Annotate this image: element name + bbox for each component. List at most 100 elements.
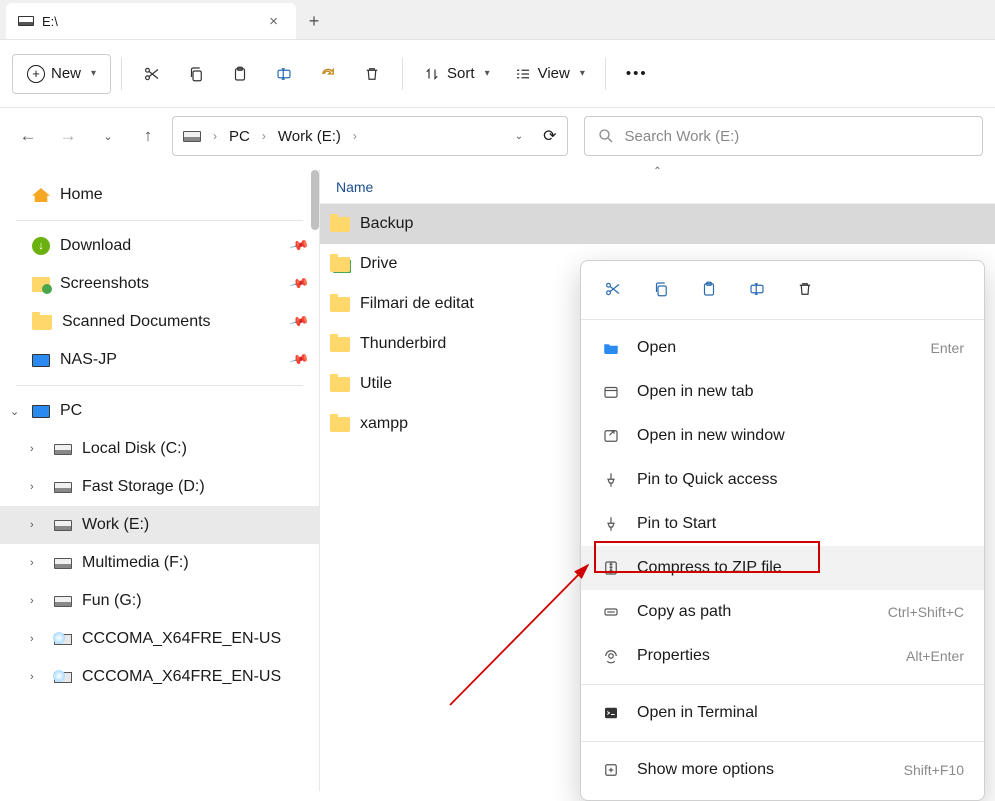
ctx-pin-start[interactable]: Pin to Start [581,502,984,546]
ctx-copy-path[interactable]: Copy as path Ctrl+Shift+C [581,590,984,634]
ctx-paste-button[interactable] [697,277,721,301]
breadcrumb-pc[interactable]: PC [229,128,250,145]
sidebar-drive-item[interactable]: ›Local Disk (C:) [0,430,319,468]
ctx-open-window[interactable]: Open in new window [581,414,984,458]
up-button[interactable]: ↑ [132,120,164,152]
sidebar-quick-item[interactable]: Screenshots📌 [0,265,319,303]
sidebar-quick-item[interactable]: Scanned Documents📌 [0,303,319,341]
sidebar-drive-item[interactable]: ›Fast Storage (D:) [0,468,319,506]
tab-active[interactable]: E:\ × [6,3,296,39]
sidebar-quick-item[interactable]: NAS-JP📌 [0,341,319,379]
sidebar-item-label: Download [60,237,131,255]
folder-icon [330,297,350,312]
sort-button[interactable]: Sort ▾ [413,54,500,94]
ctx-copy-button[interactable] [649,277,673,301]
folder-icon [330,217,350,232]
column-name-label: Name [336,179,373,195]
sidebar-drive-item[interactable]: ›Work (E:) [0,506,319,544]
share-button[interactable] [308,54,348,94]
ctx-compress[interactable]: Compress to ZIP file [581,546,984,590]
chevron-right-icon[interactable]: › [30,481,34,493]
chevron-right-icon[interactable]: › [30,443,34,455]
search-input[interactable]: Search Work (E:) [584,116,984,156]
sidebar-drive-item[interactable]: ›CCCOMA_X64FRE_EN-US [0,658,319,696]
drive-icon [54,596,72,607]
view-button[interactable]: View ▾ [504,54,595,94]
drive-icon [54,482,72,493]
sidebar-drive-item[interactable]: ›Fun (G:) [0,582,319,620]
chevron-right-icon[interactable]: › [30,633,34,645]
ctx-terminal[interactable]: Open in Terminal [581,691,984,735]
close-tab-icon[interactable]: × [263,11,284,32]
drive-icon [18,16,34,26]
file-item[interactable]: Backup [320,204,995,244]
sidebar-item-label: CCCOMA_X64FRE_EN-US [82,630,281,648]
forward-button[interactable]: → [52,120,84,152]
address-bar[interactable]: › PC › Work (E:) › ⌄ ⟳ [172,116,568,156]
rename-icon [275,65,293,83]
chevron-down-icon[interactable]: ⌄ [10,405,19,418]
file-name: Drive [360,255,397,273]
ctx-open-shortcut: Enter [931,340,964,356]
paste-button[interactable] [220,54,260,94]
view-label: View [538,65,570,82]
ctx-open-window-label: Open in new window [637,427,785,445]
open-icon [601,339,621,357]
scissors-icon [143,65,161,83]
recent-button[interactable]: ⌄ [92,120,124,152]
screenshots-icon [32,277,50,292]
clipboard-icon [231,65,249,83]
ctx-pin-quick[interactable]: Pin to Quick access [581,458,984,502]
ctx-open[interactable]: Open Enter [581,326,984,370]
more-button[interactable]: ••• [616,54,658,94]
sidebar: Home Download📌Screenshots📌Scanned Docume… [0,170,320,791]
plus-icon: + [27,65,45,83]
tab-bar: E:\ × + [0,0,995,40]
chevron-right-icon[interactable]: › [30,671,34,683]
new-tab-button[interactable]: + [296,3,332,39]
drive-icon [54,520,72,531]
folder-icon [330,377,350,392]
chevron-right-icon[interactable]: › [30,519,34,531]
sidebar-pc[interactable]: ⌄ PC [0,392,319,430]
monitor-icon [32,354,50,367]
new-button[interactable]: + New ▾ [12,54,111,94]
ctx-open-tab-label: Open in new tab [637,383,754,401]
back-button[interactable]: ← [12,120,44,152]
home-icon [32,188,50,202]
breadcrumb-drive[interactable]: Work (E:) [278,128,341,145]
sidebar-drive-item[interactable]: ›Multimedia (F:) [0,544,319,582]
sidebar-drive-item[interactable]: › CCCOMA_X64FRE_EN-US [0,620,319,658]
sidebar-home[interactable]: Home [0,176,319,214]
history-dropdown-icon[interactable]: ⌄ [515,131,523,142]
context-menu: Open Enter Open in new tab Open in new w… [580,260,985,801]
window-icon [601,427,621,445]
trash-icon [796,280,814,298]
copy-button[interactable] [176,54,216,94]
ctx-rename-button[interactable] [745,277,769,301]
rename-button[interactable] [264,54,304,94]
cut-button[interactable] [132,54,172,94]
scissors-icon [604,280,622,298]
sidebar-home-label: Home [60,186,103,204]
ctx-compress-label: Compress to ZIP file [637,559,782,577]
sort-indicator-icon: ⌃ [653,166,661,177]
ctx-properties[interactable]: Properties Alt+Enter [581,634,984,678]
chevron-right-icon[interactable]: › [30,557,34,569]
refresh-button[interactable]: ⟳ [543,126,556,146]
zip-icon [601,559,621,577]
delete-button[interactable] [352,54,392,94]
separator [581,741,984,742]
pin-icon [601,515,621,533]
file-name: xampp [360,415,408,433]
ctx-open-tab[interactable]: Open in new tab [581,370,984,414]
file-name: Utile [360,375,392,393]
ctx-cut-button[interactable] [601,277,625,301]
ctx-more[interactable]: Show more options Shift+F10 [581,748,984,792]
ctx-delete-button[interactable] [793,277,817,301]
share-icon [319,65,337,83]
column-header-name[interactable]: ⌃ Name [320,170,995,204]
sidebar-quick-item[interactable]: Download📌 [0,227,319,265]
file-name: Backup [360,215,413,233]
chevron-right-icon[interactable]: › [30,595,34,607]
